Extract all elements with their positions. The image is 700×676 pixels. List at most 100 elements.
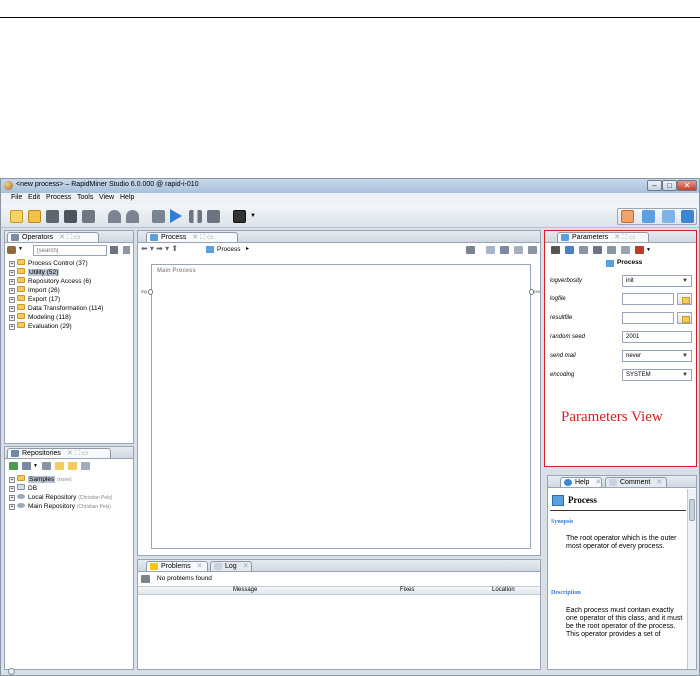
- column-fixes[interactable]: Fixes: [400, 587, 414, 593]
- process-canvas[interactable]: Main Process: [151, 264, 531, 549]
- tab-comment[interactable]: Comment ✕: [605, 477, 667, 487]
- stop-icon[interactable]: [207, 210, 220, 223]
- close-tab-icon[interactable]: ✕: [243, 563, 249, 570]
- close-tab-icon[interactable]: ✕ ⛶ ▭: [192, 234, 213, 241]
- design-perspective-icon[interactable]: [642, 210, 655, 223]
- close-tab-icon[interactable]: ✕ ⛶ ▭: [67, 450, 88, 457]
- tree-row[interactable]: + Local Repository (Christian Pels): [9, 493, 112, 502]
- random-seed-input[interactable]: 2001: [622, 331, 692, 343]
- order-icon[interactable]: [500, 246, 509, 254]
- tab-problems[interactable]: Problems ✕: [146, 561, 208, 571]
- menu-edit[interactable]: Edit: [28, 194, 40, 201]
- wizard-perspective-icon[interactable]: [681, 210, 694, 223]
- close-tab-icon[interactable]: ✕: [595, 479, 601, 486]
- breadcrumb[interactable]: Process: [217, 246, 240, 253]
- sort-icon[interactable]: [123, 246, 130, 254]
- logfile-input[interactable]: [622, 293, 674, 305]
- print-icon[interactable]: [82, 210, 95, 223]
- logfile-browse-button[interactable]: [677, 293, 692, 305]
- step-icon[interactable]: [152, 210, 165, 223]
- maximize-button[interactable]: □: [662, 180, 677, 191]
- tab-log[interactable]: Log ✕: [210, 561, 252, 571]
- tree-row[interactable]: + Repository Access (6): [9, 277, 91, 286]
- console-icon[interactable]: [233, 210, 246, 223]
- fit-icon[interactable]: [514, 246, 523, 254]
- logverbosity-select[interactable]: init ▼: [622, 275, 692, 287]
- home-perspective-icon[interactable]: [621, 210, 634, 223]
- param-label: encoding: [550, 372, 575, 378]
- new-operator-icon[interactable]: [7, 246, 16, 254]
- filter-icon[interactable]: [110, 246, 118, 254]
- menu-help[interactable]: Help: [120, 194, 134, 201]
- auto-wire-icon[interactable]: [466, 246, 475, 254]
- tree-row[interactable]: + Process Control (37): [9, 259, 88, 268]
- menu-file[interactable]: File: [11, 194, 22, 201]
- pause-icon[interactable]: [189, 210, 202, 223]
- minimize-button[interactable]: –: [647, 180, 662, 191]
- param-tool-icon[interactable]: [621, 246, 630, 254]
- tree-row[interactable]: + Samples (none): [9, 475, 72, 484]
- operator-search-input[interactable]: [33, 245, 107, 256]
- param-tool-icon[interactable]: [593, 246, 602, 254]
- undo-icon[interactable]: [108, 210, 121, 223]
- tree-row[interactable]: + Main Repository (Christian Pels): [9, 502, 111, 511]
- menu-tools[interactable]: Tools: [77, 194, 93, 201]
- quick-fix-icon[interactable]: [141, 575, 150, 583]
- problems-panel: Problems ✕ Log ✕ No problems found Message…: [137, 559, 541, 670]
- menu-process[interactable]: Process: [46, 194, 71, 201]
- encoding-select[interactable]: SYSTEM ▼: [622, 369, 692, 381]
- input-port[interactable]: [148, 289, 153, 295]
- column-message[interactable]: Message: [233, 587, 257, 593]
- param-tool-icon[interactable]: [607, 246, 616, 254]
- new-process-icon[interactable]: [10, 210, 23, 223]
- save-as-icon[interactable]: [64, 210, 77, 223]
- tree-row[interactable]: + Data Transformation (114): [9, 304, 103, 313]
- filter-dropdown-icon[interactable]: ▼: [18, 246, 23, 252]
- tab-parameters[interactable]: Parameters ✕ ⛶ ▭: [557, 232, 649, 242]
- import-icon[interactable]: [9, 462, 18, 470]
- dropdown-icon[interactable]: ▼: [646, 247, 651, 253]
- run-icon[interactable]: [170, 209, 182, 223]
- open-folder-icon[interactable]: [68, 462, 77, 470]
- open-process-icon[interactable]: [28, 210, 41, 223]
- param-tool-icon[interactable]: [635, 246, 644, 254]
- add-repository-icon[interactable]: [22, 462, 31, 470]
- send-mail-select[interactable]: never ▼: [622, 350, 692, 362]
- close-tab-icon[interactable]: ✕: [656, 479, 662, 486]
- close-tab-icon[interactable]: ✕ ⛶ ▭: [614, 234, 635, 241]
- back-arrow-icon[interactable]: ⬅ ▾ ➡ ▾ ⬆: [141, 244, 178, 253]
- param-tool-icon[interactable]: [565, 246, 574, 254]
- tree-row[interactable]: + Import (26): [9, 286, 60, 295]
- tab-help[interactable]: Help ✕: [560, 477, 602, 487]
- arrange-icon[interactable]: [486, 246, 495, 254]
- close-tab-icon[interactable]: ✕ ⛶ ▭: [59, 234, 80, 241]
- redo-icon[interactable]: [126, 210, 139, 223]
- close-tab-icon[interactable]: ✕: [197, 563, 203, 570]
- tab-repositories[interactable]: Repositories ✕ ⛶ ▭: [7, 448, 111, 458]
- scrollbar-thumb[interactable]: [689, 499, 695, 521]
- refresh-icon[interactable]: [42, 462, 51, 470]
- problems-status: No problems found: [157, 575, 212, 582]
- sync-icon[interactable]: [81, 462, 90, 470]
- tab-process[interactable]: Process ✕ ⛶ ▭: [146, 232, 238, 242]
- tree-row[interactable]: + DB: [9, 484, 37, 493]
- close-button[interactable]: ✕: [677, 180, 697, 191]
- resultfile-browse-button[interactable]: [677, 312, 692, 324]
- column-location[interactable]: Location: [492, 587, 515, 593]
- dropdown-icon[interactable]: ▼: [33, 463, 38, 469]
- param-tool-icon[interactable]: [579, 246, 588, 254]
- results-perspective-icon[interactable]: [662, 210, 675, 223]
- resultfile-input[interactable]: [622, 312, 674, 324]
- tree-row[interactable]: + Export (17): [9, 295, 60, 304]
- tab-operators[interactable]: Operators ✕ ⛶ ▭: [7, 232, 99, 242]
- save-icon[interactable]: [46, 210, 59, 223]
- tree-row[interactable]: + Modeling (118): [9, 313, 71, 322]
- new-folder-icon[interactable]: [55, 462, 64, 470]
- console-dropdown-icon[interactable]: ▼: [250, 213, 256, 219]
- help-scrollbar[interactable]: [687, 489, 696, 669]
- expert-mode-icon[interactable]: [551, 246, 560, 254]
- menu-view[interactable]: View: [99, 194, 114, 201]
- link-icon[interactable]: [528, 246, 537, 254]
- tree-row[interactable]: + Evaluation (29): [9, 322, 72, 331]
- tree-row[interactable]: + Utility (52): [9, 268, 60, 277]
